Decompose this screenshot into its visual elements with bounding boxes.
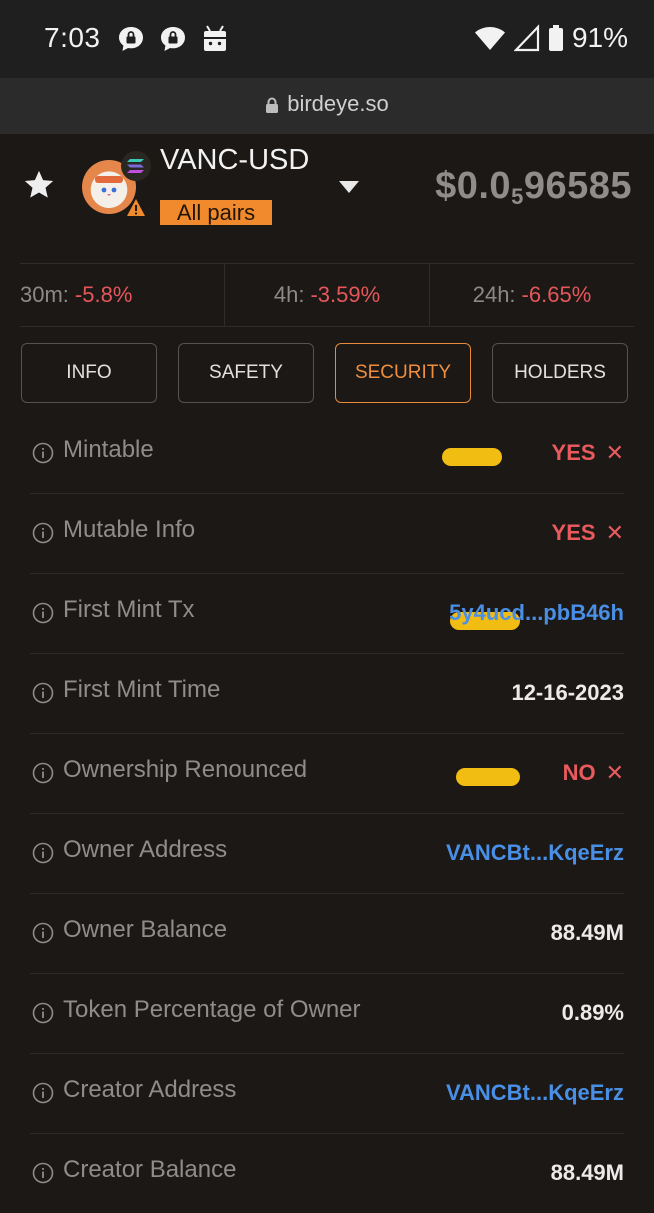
- row-label: Creator Balance: [63, 1156, 237, 1183]
- price-change-row: 30m: -5.8% 4h: -3.59% 24h: -6.65%: [20, 263, 634, 327]
- redaction-mark: [442, 448, 502, 466]
- row-owner-address: Owner Address VANCBt...KqeErz: [30, 814, 624, 894]
- warning-icon: [127, 199, 145, 216]
- solana-chain-icon: [121, 151, 151, 181]
- price-prefix: $0.0: [435, 165, 512, 207]
- chat-bubble-lock-icon: [161, 27, 185, 51]
- row-label: Owner Address: [63, 836, 228, 863]
- info-icon[interactable]: [32, 602, 54, 624]
- redaction-mark: [456, 768, 520, 786]
- row-label: Token Percentage of Owner: [63, 996, 361, 1023]
- tab-holders[interactable]: HOLDERS: [492, 343, 628, 403]
- row-value: 0.89%: [561, 1000, 624, 1025]
- change-period: 24h:: [472, 282, 516, 307]
- row-label: Mutable Info: [63, 516, 196, 543]
- info-icon[interactable]: [32, 442, 54, 464]
- section-tabs: INFO SAFETY SECURITY HOLDERS: [21, 343, 628, 403]
- battery-percent: 91%: [571, 22, 628, 53]
- value-text: YES: [551, 440, 596, 465]
- pair-name[interactable]: VANC-USD: [160, 144, 309, 177]
- row-label: Mintable: [63, 436, 154, 463]
- browser-url-bar[interactable]: birdeye.so: [0, 78, 654, 134]
- favorite-star-icon[interactable]: [22, 168, 56, 202]
- info-icon[interactable]: [32, 682, 54, 704]
- creator-address-link[interactable]: VANCBt...KqeErz: [446, 1080, 624, 1106]
- row-first-mint-time: First Mint Time 12-16-2023: [30, 654, 624, 734]
- lock-icon: [266, 97, 279, 114]
- security-list: Mintable YES ✕ Mutable Info YES ✕ First Mi…: [30, 414, 624, 1213]
- info-icon[interactable]: [32, 1162, 54, 1184]
- row-creator-address: Creator Address VANCBt...KqeErz: [30, 1054, 624, 1134]
- owner-address-link[interactable]: VANCBt...KqeErz: [446, 840, 624, 866]
- row-value: 88.49M: [550, 1160, 624, 1185]
- close-icon: ✕: [605, 760, 624, 785]
- row-label: Creator Address: [63, 1076, 237, 1103]
- change-4h: 4h: -3.59%: [224, 264, 429, 326]
- close-icon: ✕: [605, 520, 624, 545]
- tab-info[interactable]: INFO: [21, 343, 157, 403]
- first-mint-tx-link[interactable]: 5y4ucd...pbB46h: [449, 600, 624, 626]
- value-text: YES: [551, 520, 596, 545]
- change-24h: 24h: -6.65%: [429, 264, 634, 326]
- close-icon: ✕: [605, 440, 624, 465]
- info-icon[interactable]: [32, 762, 54, 784]
- tab-safety[interactable]: SAFETY: [178, 343, 314, 403]
- url-display[interactable]: birdeye.so: [0, 91, 654, 117]
- change-period: 4h:: [273, 282, 305, 307]
- row-label: Ownership Renounced: [63, 756, 308, 783]
- url-text: birdeye.so: [287, 91, 389, 116]
- row-value: YES ✕: [552, 520, 624, 546]
- all-pairs-badge[interactable]: All pairs: [160, 200, 272, 225]
- info-icon[interactable]: [32, 842, 54, 864]
- change-value: -5.8%: [74, 282, 133, 307]
- token-price: $0.0596585: [435, 165, 632, 210]
- change-period: 30m:: [20, 282, 69, 307]
- value-text: NO: [562, 760, 596, 785]
- info-icon[interactable]: [32, 1002, 54, 1024]
- row-mintable: Mintable YES ✕: [30, 414, 624, 494]
- wifi-icon: [474, 27, 505, 50]
- change-30m: 30m: -5.8%: [20, 264, 224, 326]
- row-mutable-info: Mutable Info YES ✕: [30, 494, 624, 630]
- row-value: 12-16-2023: [511, 680, 624, 705]
- row-first-mint-tx: First Mint Tx 5y4ucd...pbB46h: [30, 574, 624, 654]
- chat-bubble-lock-icon: [119, 27, 143, 51]
- row-label: First Mint Time: [63, 676, 221, 703]
- android-icon: [204, 25, 226, 51]
- change-value: -3.59%: [310, 282, 381, 307]
- row-owner-balance: Owner Balance 88.49M: [30, 894, 624, 974]
- price-digits: 96585: [523, 165, 632, 207]
- tab-security[interactable]: SECURITY: [335, 343, 471, 403]
- row-value: 88.49M: [550, 920, 624, 945]
- row-creator-balance: Creator Balance 88.49M: [30, 1134, 624, 1213]
- status-time: 7:03: [44, 22, 101, 53]
- info-icon[interactable]: [32, 922, 54, 944]
- chevron-down-icon[interactable]: [338, 180, 360, 194]
- row-token-percentage-owner: Token Percentage of Owner 0.89%: [30, 974, 624, 1054]
- info-icon[interactable]: [32, 1082, 54, 1104]
- info-icon[interactable]: [32, 522, 54, 544]
- battery-icon: [548, 25, 563, 51]
- row-ownership-renounced: Ownership Renounced NO ✕: [30, 734, 624, 814]
- status-bar: 7:03 91%: [0, 0, 654, 78]
- signal-icon: [513, 24, 540, 52]
- change-value: -6.65%: [521, 282, 592, 307]
- row-label: Owner Balance: [63, 916, 228, 943]
- row-label: First Mint Tx: [63, 596, 195, 623]
- row-value: YES ✕: [552, 440, 624, 466]
- price-zero-count: 5: [511, 184, 524, 209]
- row-value: NO ✕: [563, 760, 624, 786]
